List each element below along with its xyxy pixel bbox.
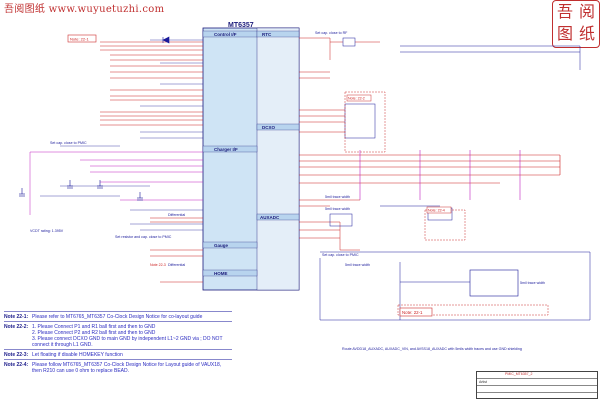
note-row: Note 22-2: 1. Please Connect P1 and R1 b… [4,321,232,349]
section-rtc-label: RTC [262,32,272,37]
trace-width-4: 5mil trace width [520,281,545,285]
notes-block: Note 22-1: Please refer to MT6765_MT6357… [4,311,232,375]
note-key: Note 22-3: [4,352,29,358]
note-text: Please follow MT6765_MT6357 Co-Clock Des… [32,362,222,374]
note-22-1-bottom-label: Note: 22-1 [402,310,423,315]
chip-core [256,27,300,291]
route-note: Route AVDD18_AUXADC, AUXADC_VIN, and AVS… [342,347,522,351]
note-key: Note 22-4: [4,362,29,368]
dcxo-block [344,103,376,139]
note-22-4-frame [424,209,466,241]
chip-name: MT6357 [228,22,254,29]
title-block: Artist PMIC_MT6357_2 [476,371,598,399]
note-22-1-top-label: Note: 22-1 [70,37,89,42]
vcc-rating-label: VCDT rating: 1.395V [30,229,64,233]
setcap-label-1: Set cap. close to PMIC [50,141,87,145]
note-key: Note 22-1: [4,314,29,320]
note-22-4-label: Note: 22-4 [428,209,445,213]
rtc-wires [299,37,380,79]
note-row: Note 22-1: Please refer to MT6765_MT6357… [4,311,232,321]
differential-label-2: Differential [168,263,185,267]
capacitor-group-left [19,180,143,201]
note-row: Note 22-3: Let floating if disable HOMEK… [4,349,232,359]
right-signal-bus [299,154,561,184]
dcxo-wires [299,109,345,133]
note-text: Let floating if disable HOMEKEY function [32,352,123,358]
trace-width-1: 5mil trace width [325,195,350,199]
sensor-ic [469,269,519,297]
note-22-2-label: Note: 22-2 [348,97,365,101]
section-control-label: Control I/F [214,32,237,37]
rtc-crystal [342,37,356,47]
section-dcxo-label: DCXO [262,125,276,130]
setcap-label-2: Set cap. close to RF [315,31,348,35]
section-home-bar [202,269,258,277]
top-right-rail [400,45,581,70]
title-row-3 [477,386,597,393]
section-auxadc-label: AUXADC [260,215,280,220]
left-control-wires [100,41,203,126]
note-22-3-inline: Note 22-3 [150,263,166,267]
section-charger-label: Charger I/F [214,147,238,152]
differential-pairs [150,217,203,283]
left-blue-wires [140,39,203,139]
differential-label-1: Differential [168,213,185,217]
section-home-label: HOME [214,271,228,276]
section-gauge-bar [202,241,258,249]
note-key: Note 22-2: [4,324,29,330]
section-gauge-label: Gauge [214,243,229,248]
title-row-2: Artist [477,379,597,386]
setcap-label-3: Set resistor and cap. close to PMIC [115,235,172,239]
charger-blue-wires [40,145,203,231]
note-text: 1. Please Connect P1 and R1 ball first a… [32,324,223,348]
note-text: Please refer to MT6765_MT6357 Co-Clock D… [32,314,203,320]
charger-wires [29,151,203,215]
title-sheet-label: PMIC_MT6357_2 [505,372,533,376]
title-row-1 [477,372,597,379]
trace-width-2: 5mil trace width [325,207,350,211]
trace-width-3: 5mil trace width [345,263,370,267]
setcap-label-4: Set cap. close to PMIC [322,253,359,257]
note-row: Note 22-4: Please follow MT6765_MT6357 C… [4,359,232,375]
